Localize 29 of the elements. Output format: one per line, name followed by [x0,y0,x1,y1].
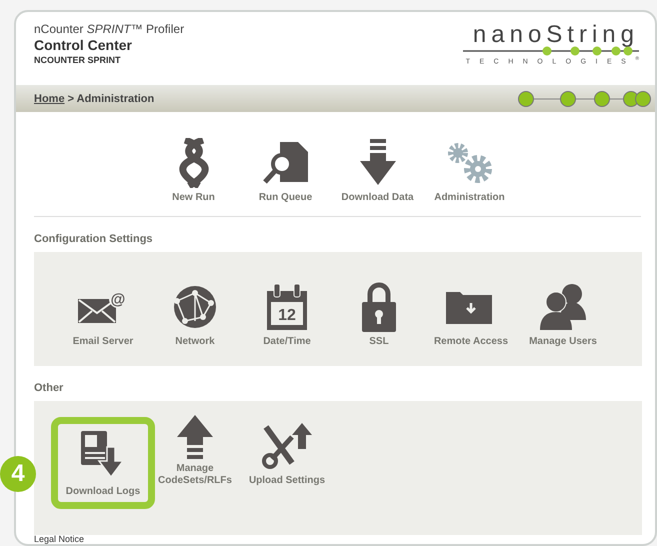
product-name: nCounter SPRINT™ Profiler [34,22,184,36]
nav-tile[interactable]: New Run [148,134,238,204]
nav-tile[interactable]: Download Data [332,134,422,204]
legal-notice-link[interactable]: Legal Notice [34,534,84,544]
magnifier-document-icon [262,140,310,186]
nav-tile[interactable]: Administration [424,134,514,204]
nav-tile[interactable]: Run Queue [240,134,330,204]
dna-icon [176,138,210,188]
app-title: Control Center [34,37,133,53]
instrument-name: NCOUNTER SPRINT [34,55,122,65]
section-title: Other [34,382,64,394]
globe-network-icon [173,285,217,329]
settings-tile[interactable]: Download Logs [51,417,155,509]
home-link[interactable]: Home [34,92,65,104]
settings-tile[interactable]: @ Email Server [58,278,148,348]
step-badge: 4 [0,456,36,492]
settings-tile[interactable]: 12 Date/Time [242,278,332,348]
breadcrumb-current: > Administration [68,92,156,104]
download-arrow-icon [360,139,396,187]
settings-tile[interactable]: Network [150,278,240,348]
tools-upload-icon [262,423,312,469]
settings-tile[interactable]: Upload Settings [242,417,332,487]
settings-tile[interactable]: Manage Users [518,278,608,348]
users-icon [538,284,588,330]
section-title: Configuration Settings [34,233,154,245]
logo-wordmark: nanoString [472,22,639,48]
settings-tile[interactable]: Remote Access [426,278,516,348]
padlock-icon [362,282,396,332]
settings-tile[interactable]: SSL [334,278,424,348]
